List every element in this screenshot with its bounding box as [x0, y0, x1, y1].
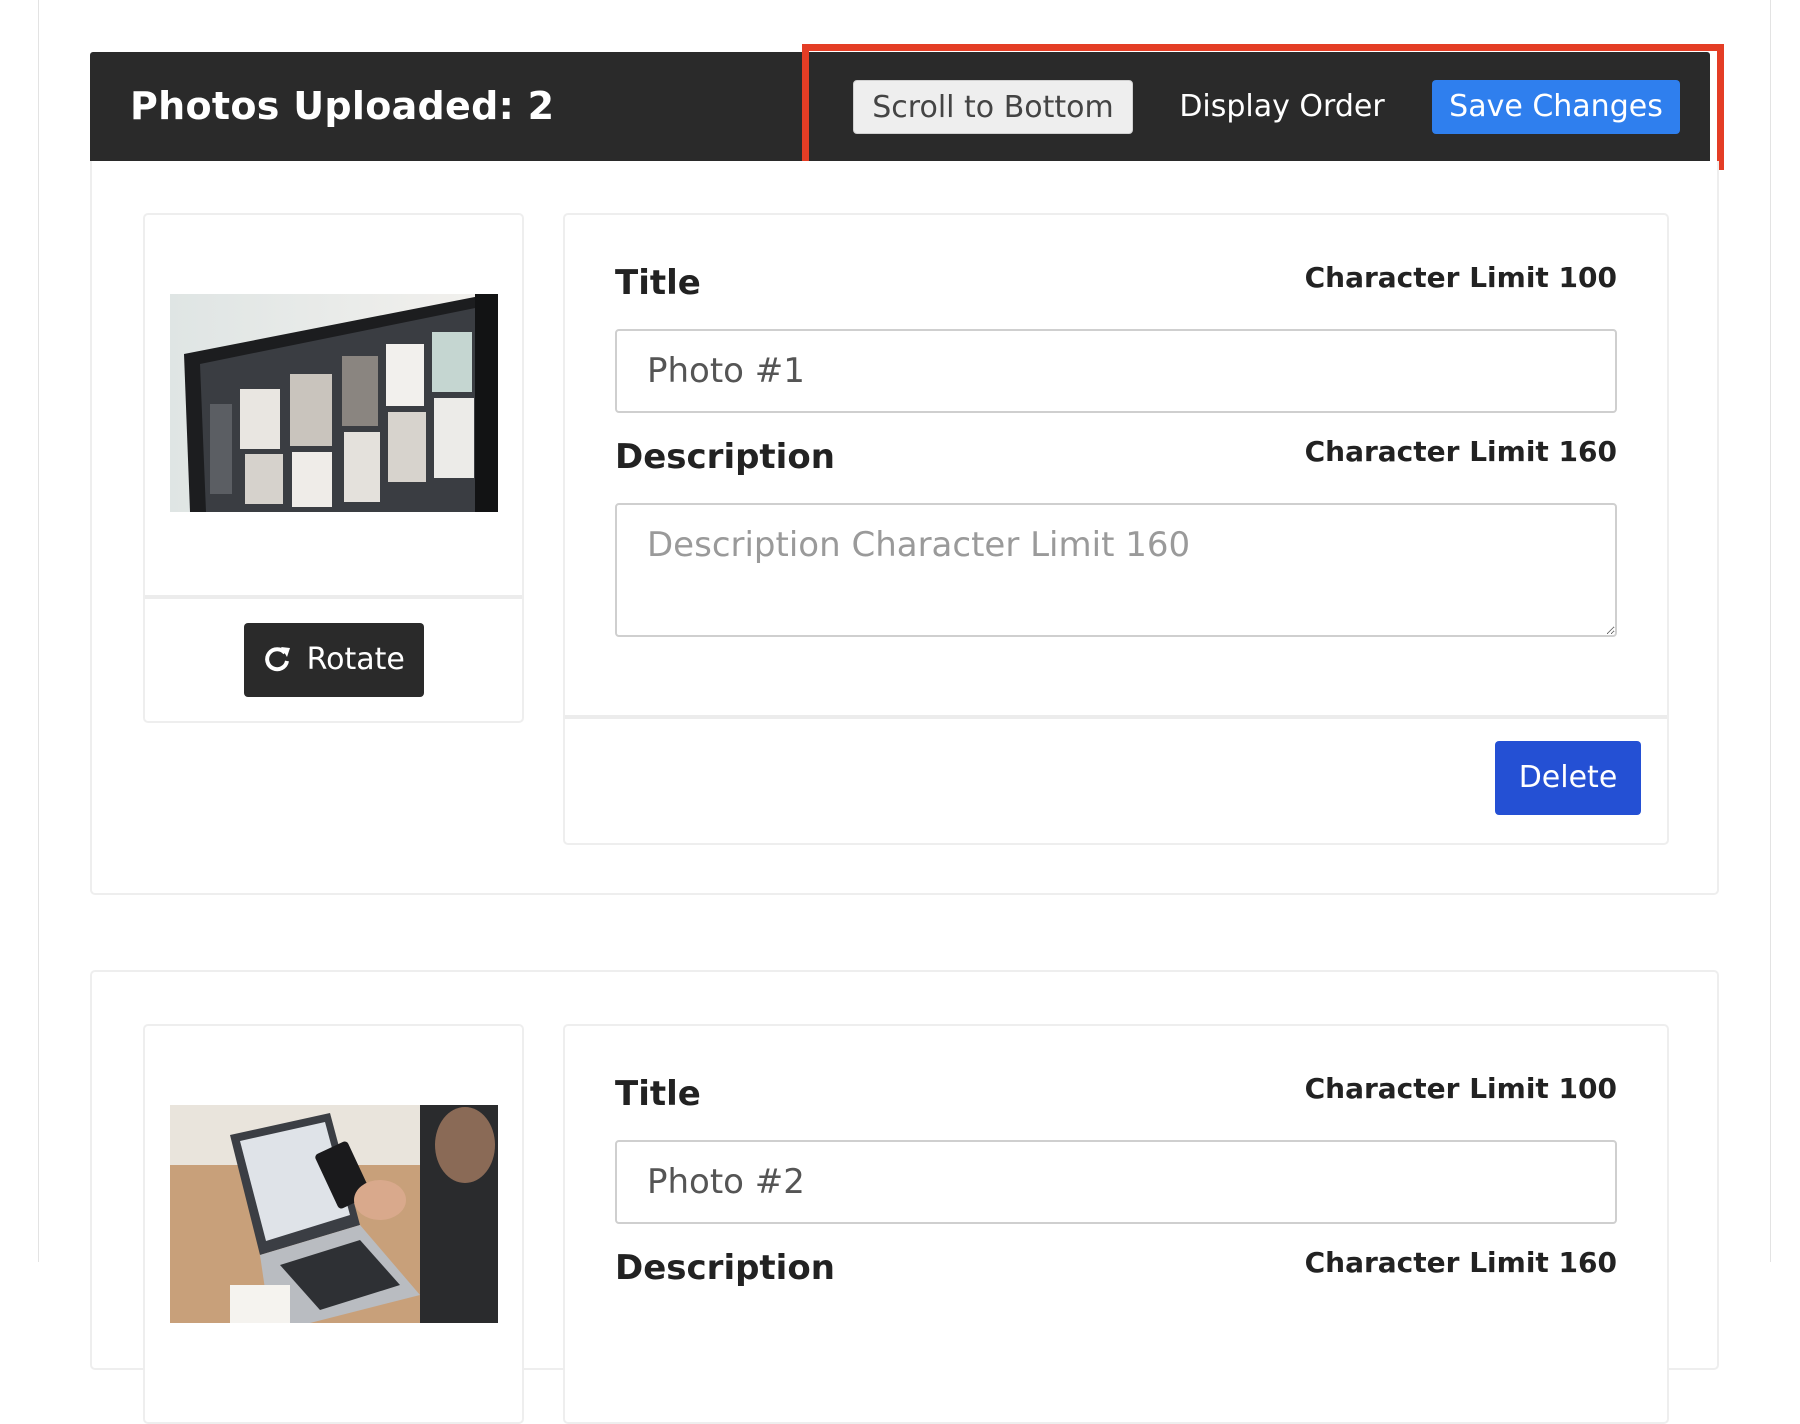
save-changes-button[interactable]: Save Changes [1432, 80, 1680, 134]
title-label: Title [615, 1074, 701, 1114]
rotate-button[interactable]: Rotate [244, 623, 424, 697]
rotate-icon [265, 646, 291, 671]
image-panel-divider [145, 595, 522, 599]
description-textarea[interactable] [615, 503, 1617, 637]
photos-uploaded-title: Photos Uploaded: 2 [130, 84, 555, 128]
description-label: Description [615, 1248, 835, 1288]
image-panel [143, 1024, 524, 1424]
rotate-label: Rotate [306, 642, 405, 677]
photo-form-panel: Title Character Limit 100 Description Ch… [563, 213, 1669, 845]
photo-card: Rotate Title Character Limit 100 Descrip… [90, 161, 1719, 895]
title-input[interactable] [615, 1140, 1617, 1224]
delete-button[interactable]: Delete [1495, 741, 1641, 815]
display-order-button[interactable]: Display Order [1167, 80, 1397, 134]
photo-thumbnail [170, 1105, 498, 1323]
title-input[interactable] [615, 329, 1617, 413]
scroll-to-bottom-button[interactable]: Scroll to Bottom [853, 80, 1133, 134]
description-label: Description [615, 437, 835, 477]
description-character-limit: Character Limit 160 [1304, 1246, 1617, 1279]
title-character-limit: Character Limit 100 [1304, 261, 1617, 294]
image-panel: Rotate [143, 213, 524, 723]
photo-thumbnail [170, 294, 498, 512]
form-divider [565, 715, 1667, 719]
description-character-limit: Character Limit 160 [1304, 435, 1617, 468]
photo-card: Title Character Limit 100 Description Ch… [90, 970, 1719, 1424]
title-character-limit: Character Limit 100 [1304, 1072, 1617, 1105]
title-label: Title [615, 263, 701, 303]
photo-form-panel: Title Character Limit 100 Description Ch… [563, 1024, 1669, 1424]
